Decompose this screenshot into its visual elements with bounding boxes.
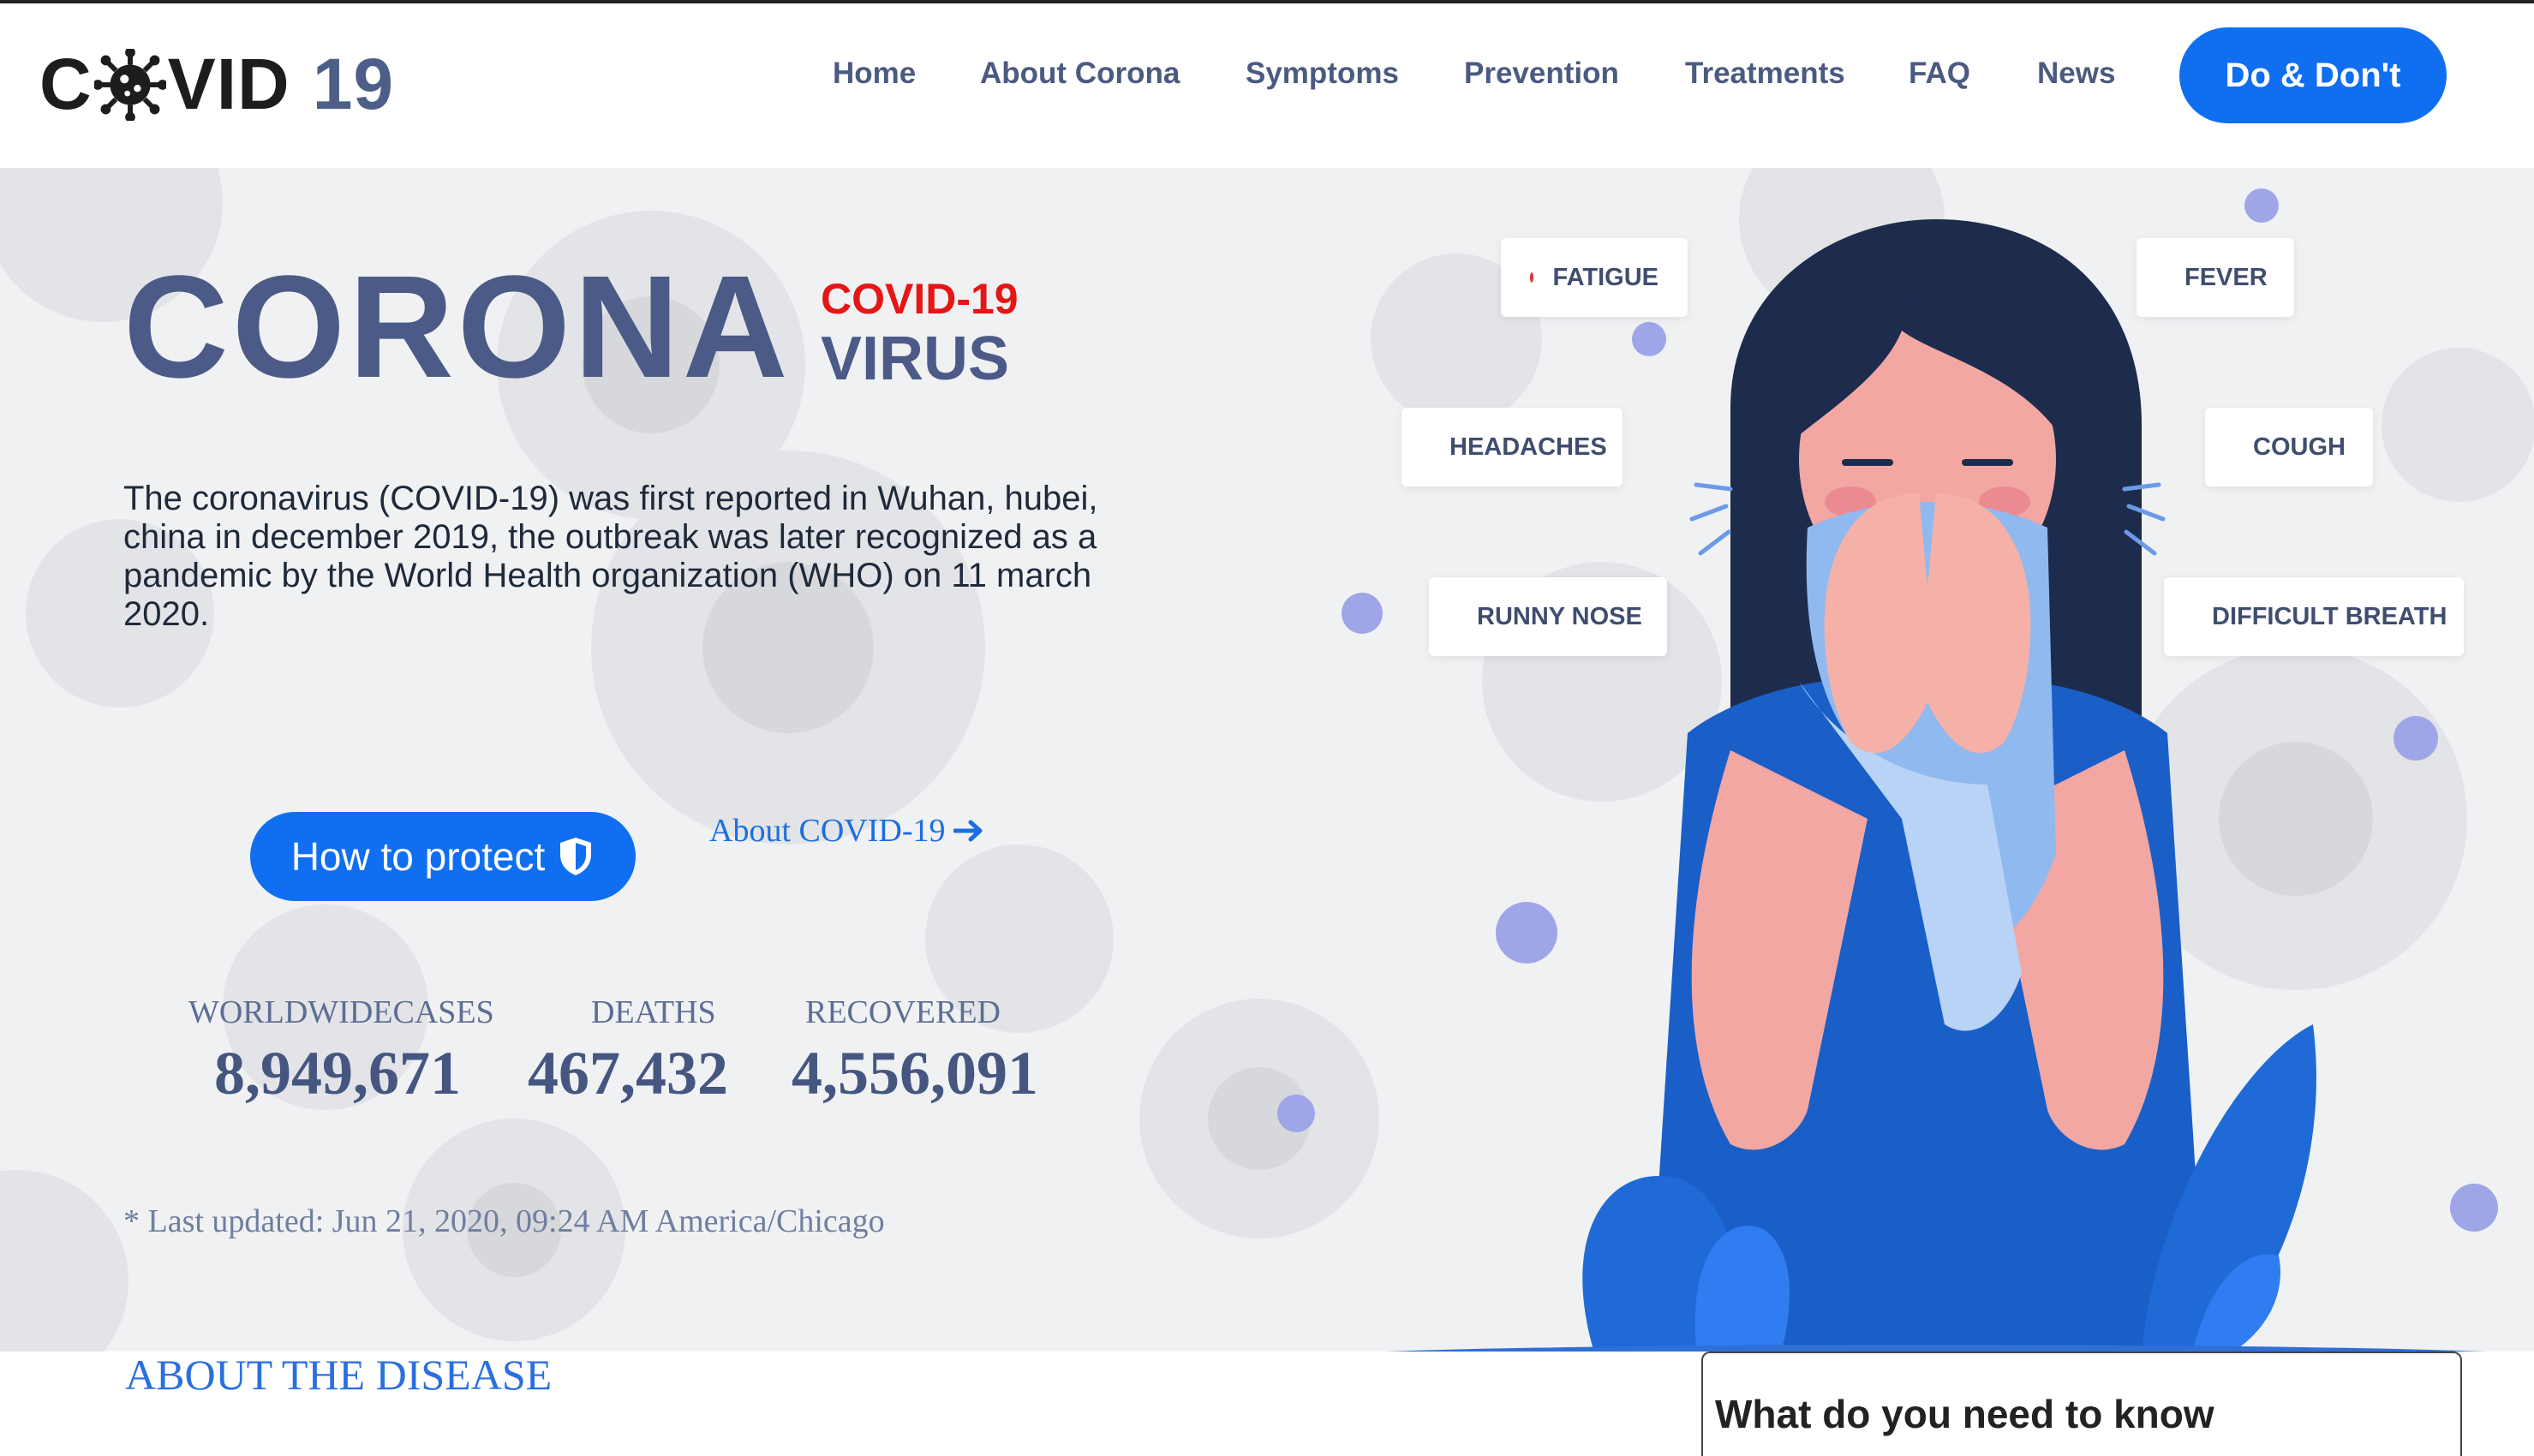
- hero-section: CORONA COVID-19 VIRUS The coronavirus (C…: [0, 168, 2534, 1352]
- symptom-label: RUNNY NOSE: [1477, 602, 1642, 630]
- symptom-label: HEADACHES: [1449, 433, 1607, 461]
- symptom-tag-headaches: HEADACHES: [1401, 408, 1623, 486]
- how-to-protect-label: How to protect: [290, 834, 546, 879]
- symptom-tag-fever: FEVER: [2137, 238, 2294, 317]
- symptom-label: FEVER: [2184, 263, 2268, 291]
- arrow-right-icon: [953, 820, 983, 842]
- stat-label-cases: WORLDWIDECASES: [188, 994, 494, 1030]
- symptom-tag-difficult-breath: DIFFICULT BREATH: [2164, 577, 2464, 656]
- symptom-label: DIFFICULT BREATH: [2212, 602, 2447, 630]
- last-updated-text: * Last updated: Jun 21, 2020, 09:24 AM A…: [123, 1203, 885, 1239]
- symptom-dot: [1530, 272, 1534, 283]
- need-to-know-title: What do you need to know: [1715, 1392, 2214, 1436]
- symptom-tag-runny-nose: RUNNY NOSE: [1429, 577, 1667, 656]
- nav-about-corona[interactable]: About Corona: [980, 57, 1180, 91]
- site-logo[interactable]: C VID 19: [39, 43, 394, 126]
- logo-number: 19: [312, 44, 395, 124]
- stat-label-deaths: DEATHS: [591, 994, 716, 1030]
- symptom-tag-fatigue: FATIGUE: [1501, 238, 1688, 317]
- stat-label-recovered: RECOVERED: [805, 994, 1001, 1030]
- about-disease-heading: ABOUT THE DISEASE: [125, 1351, 553, 1399]
- symptom-label: COUGH: [2253, 433, 2346, 461]
- hero-description: The coronavirus (COVID-19) was first rep…: [123, 480, 1098, 633]
- nav-faq[interactable]: FAQ: [1909, 57, 1970, 91]
- hero-subtitle-covid: COVID-19: [821, 275, 1019, 323]
- symptom-label: FATIGUE: [1552, 263, 1658, 291]
- about-covid-link[interactable]: About COVID-19: [709, 812, 984, 850]
- virus-icon: [93, 48, 166, 121]
- nav-home[interactable]: Home: [833, 57, 916, 91]
- stat-value-recovered: 4,556,091: [792, 1039, 1038, 1107]
- logo-letters-vid: VID: [167, 44, 290, 124]
- how-to-protect-button[interactable]: How to protect: [250, 812, 636, 901]
- woman-sneezing-illustration: [1387, 219, 2485, 1352]
- nav-prevention[interactable]: Prevention: [1464, 57, 1619, 91]
- nav-symptoms[interactable]: Symptoms: [1246, 57, 1399, 91]
- hero-subtitle-virus: VIRUS: [821, 325, 1010, 393]
- shield-icon: [560, 838, 592, 875]
- do-and-dont-button[interactable]: Do & Don't: [2179, 27, 2447, 123]
- navbar: C VID 19 Home About Corona Symptoms Prev…: [0, 3, 2534, 168]
- about-covid-link-label: About COVID-19: [709, 813, 946, 849]
- need-to-know-card: What do you need to know: [1701, 1352, 2462, 1456]
- nav-news[interactable]: News: [2037, 57, 2115, 91]
- hero-title: CORONA: [123, 246, 792, 409]
- stat-value-cases: 8,949,671: [214, 1039, 461, 1107]
- logo-letter-c: C: [39, 44, 93, 124]
- nav-treatments[interactable]: Treatments: [1685, 57, 1845, 91]
- symptom-tag-cough: COUGH: [2205, 408, 2373, 486]
- stat-value-deaths: 467,432: [528, 1039, 728, 1107]
